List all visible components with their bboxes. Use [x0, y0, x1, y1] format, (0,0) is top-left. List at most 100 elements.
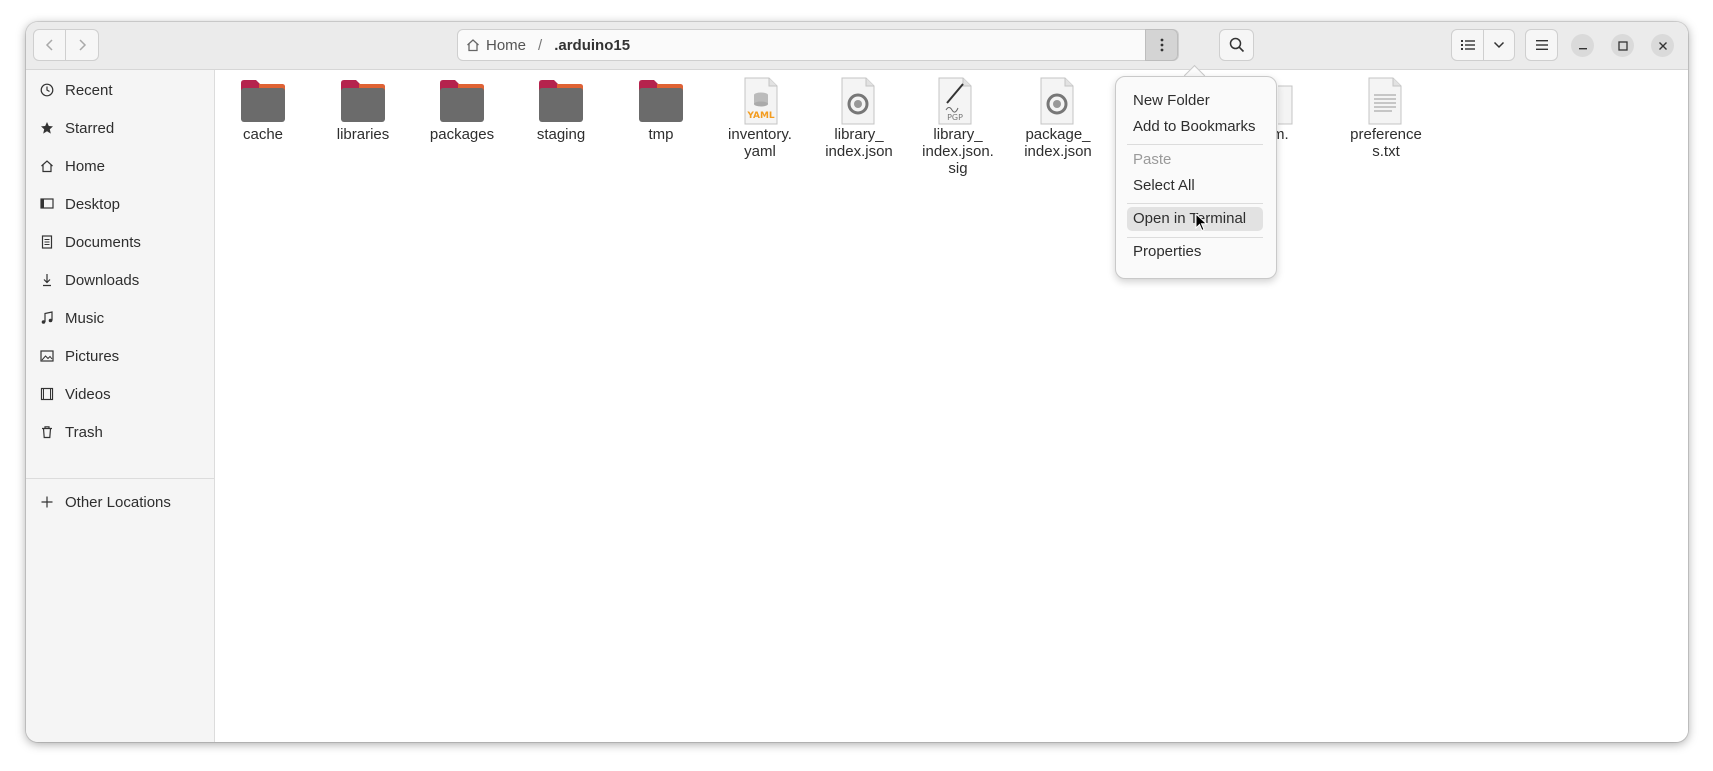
- view-list-button[interactable]: [1451, 29, 1484, 61]
- minimize-icon: [1578, 47, 1587, 49]
- documents-icon: [39, 234, 55, 250]
- chevron-down-icon: [1493, 41, 1505, 49]
- pictures-icon: [39, 348, 55, 364]
- file-name: preference s.txt: [1350, 126, 1422, 160]
- chevron-left-icon: [45, 39, 53, 51]
- sidebar-item-label: Home: [65, 157, 106, 175]
- file-icon: [1278, 85, 1293, 125]
- file-item-library-index-json-sig[interactable]: PGP library_ index.json. sig: [910, 70, 1006, 177]
- sidebar-item-label: Downloads: [65, 271, 140, 289]
- chevron-right-icon: [79, 39, 87, 51]
- file-item-partial[interactable]: m.: [1272, 70, 1312, 143]
- close-button[interactable]: [1651, 34, 1674, 57]
- breadcrumb-separator: /: [538, 36, 543, 54]
- videos-icon: [39, 386, 55, 402]
- sidebar-item-recent[interactable]: Recent: [26, 72, 214, 108]
- sidebar: Recent Starred Home Desktop Documents Do…: [26, 70, 215, 742]
- back-button[interactable]: [33, 29, 66, 61]
- file-name: libraries: [336, 126, 390, 143]
- clock-icon: [39, 82, 55, 98]
- file-item-libraries[interactable]: libraries: [315, 70, 411, 143]
- sidebar-item-label: Music: [65, 309, 105, 327]
- menu-item-paste: Paste: [1133, 151, 1172, 168]
- sidebar-item-home[interactable]: Home: [26, 148, 214, 184]
- file-name: packages: [429, 126, 495, 143]
- file-item-inventory-yaml[interactable]: YAML inventory. yaml: [712, 70, 808, 160]
- menu-item-select-all[interactable]: Select All: [1127, 174, 1263, 198]
- menu-item-add-bookmark[interactable]: Add to Bookmarks: [1127, 115, 1263, 139]
- menu-item-new-folder[interactable]: New Folder: [1127, 89, 1263, 113]
- sidebar-item-other-locations[interactable]: Other Locations: [26, 484, 214, 520]
- file-grid: cache libraries packages staging tmp YAM…: [215, 70, 1688, 742]
- sidebar-item-label: Trash: [65, 423, 103, 441]
- download-icon: [39, 272, 55, 288]
- folder-icon: [639, 80, 683, 122]
- folder-icon: [241, 80, 285, 122]
- file-item-tmp[interactable]: tmp: [613, 70, 709, 143]
- music-icon: [39, 310, 55, 326]
- file-item-preferences-txt[interactable]: preference s.txt: [1338, 70, 1434, 160]
- menu-divider: [1127, 237, 1263, 238]
- star-icon: [39, 120, 55, 136]
- home-icon: [39, 158, 55, 174]
- breadcrumb-home-label: Home: [486, 36, 527, 54]
- sidebar-item-starred[interactable]: Starred: [26, 110, 214, 146]
- forward-button[interactable]: [66, 29, 99, 61]
- trash-icon: [39, 424, 55, 440]
- sidebar-item-label: Starred: [65, 119, 115, 137]
- search-icon: [1229, 37, 1244, 53]
- menu-divider: [1127, 203, 1263, 204]
- json-file-icon: [841, 77, 875, 125]
- file-item-library-index-json[interactable]: library_ index.json: [811, 70, 907, 160]
- sidebar-item-pictures[interactable]: Pictures: [26, 338, 214, 374]
- sidebar-item-desktop[interactable]: Desktop: [26, 186, 214, 222]
- menu-divider: [1127, 144, 1263, 145]
- svg-text:YAML: YAML: [746, 111, 775, 121]
- pgp-signature-icon: PGP: [938, 77, 972, 125]
- close-icon: [1658, 41, 1667, 50]
- file-name: staging: [536, 126, 586, 143]
- file-item-packages[interactable]: packages: [414, 70, 510, 143]
- view-options-button[interactable]: [1484, 29, 1515, 61]
- text-file-icon: [1368, 77, 1402, 125]
- file-name: tmp: [648, 126, 674, 143]
- sidebar-item-label: Desktop: [65, 195, 121, 213]
- file-item-package-index-json[interactable]: package_ index.json: [1010, 70, 1106, 160]
- folder-context-menu: New Folder Add to Bookmarks Paste Select…: [1115, 76, 1277, 279]
- file-name: package_ index.json: [1024, 126, 1092, 160]
- file-name: inventory. yaml: [728, 126, 792, 160]
- file-name: m.: [1272, 126, 1289, 143]
- file-manager-window: Home / .arduino15 Recent Starred Home De…: [26, 22, 1688, 742]
- path-bar: Home / .arduino15: [457, 29, 1179, 61]
- menu-item-properties[interactable]: Properties: [1127, 240, 1263, 264]
- file-item-cache[interactable]: cache: [215, 70, 311, 143]
- file-name: library_ index.json. sig: [922, 126, 994, 177]
- folder-icon: [341, 80, 385, 122]
- minimize-button[interactable]: [1571, 34, 1594, 57]
- header-bar: Home / .arduino15: [26, 22, 1688, 70]
- breadcrumb-current[interactable]: .arduino15: [554, 37, 630, 54]
- vertical-ellipsis-icon: [1160, 38, 1163, 52]
- sidebar-item-label: Documents: [65, 233, 141, 251]
- sidebar-item-music[interactable]: Music: [26, 300, 214, 336]
- sidebar-item-label: Recent: [65, 81, 113, 99]
- file-name: cache: [242, 126, 284, 143]
- sidebar-item-videos[interactable]: Videos: [26, 376, 214, 412]
- sidebar-item-downloads[interactable]: Downloads: [26, 262, 214, 298]
- folder-menu-button[interactable]: [1145, 29, 1178, 61]
- breadcrumb-home[interactable]: Home: [458, 37, 526, 54]
- list-view-icon: [1460, 40, 1475, 50]
- sidebar-item-label: Videos: [65, 385, 111, 403]
- search-button[interactable]: [1219, 29, 1254, 61]
- sidebar-divider: [26, 478, 214, 479]
- folder-icon: [539, 80, 583, 122]
- sidebar-item-documents[interactable]: Documents: [26, 224, 214, 260]
- main-menu-button[interactable]: [1525, 29, 1558, 61]
- json-file-icon: [1040, 77, 1074, 125]
- maximize-button[interactable]: [1611, 34, 1634, 57]
- file-item-staging[interactable]: staging: [513, 70, 609, 143]
- sidebar-item-trash[interactable]: Trash: [26, 414, 214, 450]
- folder-icon: [440, 80, 484, 122]
- sidebar-item-label: Other Locations: [65, 493, 171, 511]
- desktop-icon: [39, 196, 55, 212]
